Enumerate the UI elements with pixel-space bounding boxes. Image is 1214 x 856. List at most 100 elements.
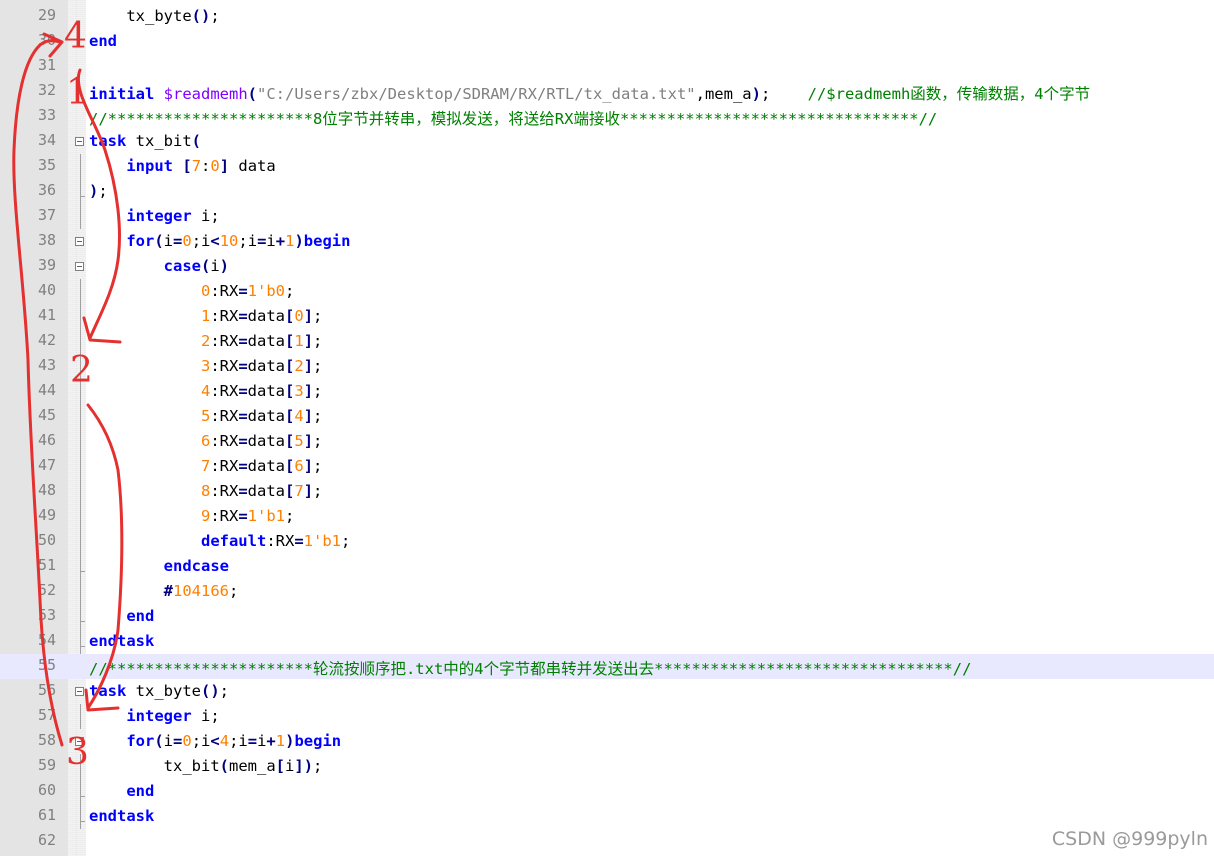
code-line[interactable]: 39 case(i)	[0, 254, 1214, 279]
code-text: task tx_byte();	[89, 682, 229, 700]
fold-guide-line	[80, 504, 81, 529]
code-line[interactable]: 56 task tx_byte();	[0, 679, 1214, 704]
code-line[interactable]: 35 input [7:0] data	[0, 154, 1214, 179]
code-editor[interactable]: 29 tx_byte(); 30 end 31 32 initial $readmemh(…	[0, 0, 1214, 856]
code-token: //$readmemh函数，传输数据，4个字节	[807, 85, 1091, 103]
code-token: ;	[313, 307, 323, 325]
code-token: data	[247, 307, 285, 325]
code-token: 4	[219, 732, 230, 750]
code-text: tx_byte();	[89, 7, 219, 25]
code-token: ;i	[229, 732, 248, 750]
code-token: :RX	[210, 432, 239, 450]
line-number: 36	[37, 181, 56, 199]
code-line[interactable]: 30 end	[0, 29, 1214, 54]
code-line[interactable]: 58 for(i=0;i<4;i=i+1)begin	[0, 729, 1214, 754]
code-token: 0	[200, 282, 211, 300]
code-text: 1:RX=data[0];	[89, 307, 322, 325]
code-line[interactable]: 57 integer i;	[0, 704, 1214, 729]
code-token: 0	[210, 157, 220, 175]
code-line[interactable]: 34 task tx_bit(	[0, 129, 1214, 154]
code-line[interactable]: 61 endtask	[0, 804, 1214, 829]
code-line[interactable]: 40 0:RX=1'b0;	[0, 279, 1214, 304]
code-area[interactable]: 29 tx_byte(); 30 end 31 32 initial $readmemh(…	[0, 4, 1214, 854]
code-token: 4	[200, 382, 211, 400]
code-line[interactable]: 49 9:RX=1'b1;	[0, 504, 1214, 529]
code-line[interactable]: 47 7:RX=data[6];	[0, 454, 1214, 479]
code-token: ;i	[191, 732, 211, 750]
code-token: ;	[229, 582, 239, 600]
code-line[interactable]: 31	[0, 54, 1214, 79]
code-token: ]	[303, 457, 314, 475]
code-token: "C:/Users/zbx/Desktop/SDRAM/RX/RTL/tx_da…	[257, 85, 696, 103]
code-line[interactable]: 53 end	[0, 604, 1214, 629]
code-token: tx_bit	[89, 757, 220, 775]
code-token: integer	[126, 707, 192, 725]
code-line[interactable]: 36);	[0, 179, 1214, 204]
code-token: :RX	[210, 407, 239, 425]
code-text: endtask	[89, 807, 154, 825]
code-token: data	[247, 432, 285, 450]
line-number: 62	[37, 831, 56, 849]
fold-toggle-icon[interactable]	[75, 262, 84, 271]
code-token: )	[219, 257, 230, 275]
code-line[interactable]: 43 3:RX=data[2];	[0, 354, 1214, 379]
code-token: (	[154, 732, 164, 750]
code-line[interactable]: 44 4:RX=data[3];	[0, 379, 1214, 404]
line-number: 32	[37, 81, 56, 99]
code-line[interactable]: 29 tx_byte();	[0, 4, 1214, 29]
code-token: 0	[182, 232, 192, 250]
code-token: =	[173, 232, 183, 250]
code-text: 6:RX=data[5];	[89, 432, 322, 450]
code-line[interactable]: 41 1:RX=data[0];	[0, 304, 1214, 329]
code-token: 1'b1	[247, 507, 285, 525]
code-line[interactable]: 33 //**********************8位字节并转串，模拟发送，将…	[0, 104, 1214, 129]
code-token: default	[200, 532, 267, 550]
code-line[interactable]: 60 end	[0, 779, 1214, 804]
code-token: 0	[294, 307, 304, 325]
code-line[interactable]: 45 5:RX=data[4];	[0, 404, 1214, 429]
code-text: for(i=0;i<10;i=i+1)begin	[89, 232, 350, 250]
code-token: 4	[294, 407, 304, 425]
code-token: 7	[200, 457, 211, 475]
code-line[interactable]: 62	[0, 829, 1214, 854]
line-number: 33	[37, 106, 56, 124]
fold-toggle-icon[interactable]	[75, 737, 84, 746]
code-line[interactable]: 42 2:RX=data[1];	[0, 329, 1214, 354]
fold-toggle-icon[interactable]	[75, 687, 84, 696]
code-line[interactable]: 55 //**********************轮流按顺序把.txt中的4个…	[0, 654, 1214, 679]
code-token: ;	[313, 332, 323, 350]
fold-guide-line	[80, 779, 85, 804]
code-line[interactable]: 37 integer i;	[0, 204, 1214, 229]
code-line[interactable]: 32 initial $readmemh("C:/Users/zbx/Deskto…	[0, 79, 1214, 104]
code-line[interactable]: 51 endcase	[0, 554, 1214, 579]
code-token: [	[285, 332, 295, 350]
code-line[interactable]: 38 for(i=0;i<10;i=i+1)begin	[0, 229, 1214, 254]
fold-toggle-icon[interactable]	[75, 237, 84, 246]
code-token: 1	[200, 307, 211, 325]
code-token: begin	[294, 732, 342, 750]
code-token: ()	[200, 682, 220, 700]
code-token: //**********************轮流按顺序把.txt中的4个字节…	[89, 660, 972, 678]
code-text: 8:RX=data[7];	[89, 482, 322, 500]
code-line[interactable]: 48 8:RX=data[7];	[0, 479, 1214, 504]
code-token: end	[126, 607, 155, 625]
code-text: endtask	[89, 632, 154, 650]
code-token: ;	[340, 532, 351, 550]
fold-toggle-icon[interactable]	[75, 137, 84, 146]
code-line[interactable]: 52 #104166;	[0, 579, 1214, 604]
code-line[interactable]: 59 tx_bit(mem_a[i]);	[0, 754, 1214, 779]
code-token: endtask	[89, 632, 155, 650]
code-token: 0	[182, 732, 192, 750]
code-line[interactable]: 46 6:RX=data[5];	[0, 429, 1214, 454]
code-token: data	[247, 457, 285, 475]
line-number: 39	[37, 256, 56, 274]
code-token: :	[201, 157, 211, 175]
code-line[interactable]: 54 endtask	[0, 629, 1214, 654]
code-line[interactable]: 50 default:RX=1'b1;	[0, 529, 1214, 554]
